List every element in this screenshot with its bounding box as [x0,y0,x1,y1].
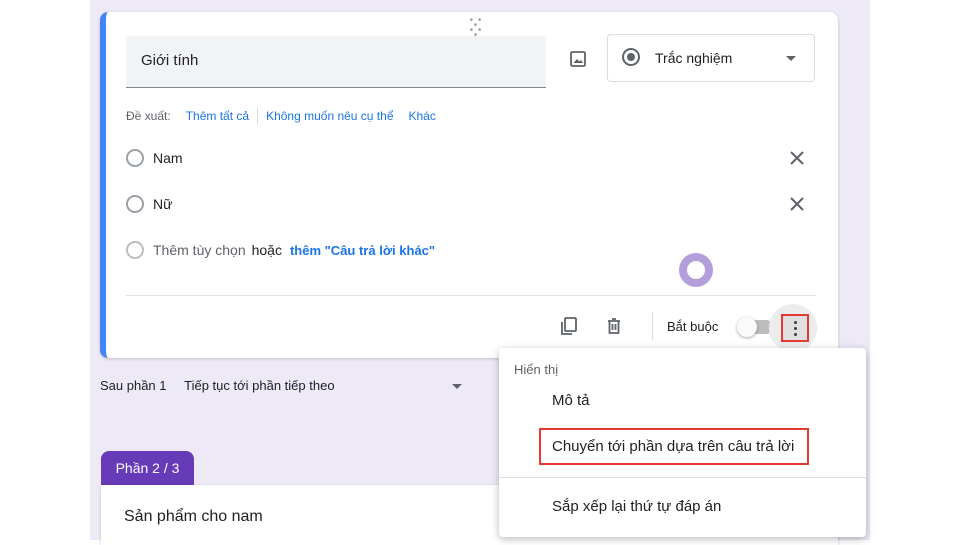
copy-icon[interactable] [558,315,580,337]
menu-item-description[interactable]: Mô tả [552,392,590,409]
footer-divider [126,295,816,296]
question-type-select[interactable]: Trắc nghiệm [607,34,815,82]
after-section-select[interactable]: Sau phần 1 Tiếp tục tới phần tiếp theo [100,378,335,393]
option-row[interactable]: Nữ [126,192,172,216]
radio-icon [126,241,144,259]
close-icon[interactable] [788,149,806,167]
more-options-menu: Hiển thị Mô tả Chuyển tới phần dựa trên … [499,348,866,537]
suggestion-add-all[interactable]: Thêm tất cả [186,109,249,123]
menu-header: Hiển thị [514,362,559,377]
dropdown-caret-icon [786,56,796,61]
after-section-value[interactable]: Tiếp tục tới phần tiếp theo [184,378,334,393]
drag-handle-icon[interactable]: • • •• • • [467,16,485,41]
image-icon[interactable] [568,49,588,69]
menu-item-shuffle-options[interactable]: Sắp xếp lại thứ tự đáp án [552,498,721,515]
menu-divider [499,477,866,478]
question-title-text: Giới tính [141,52,199,69]
radio-icon [126,149,144,167]
required-toggle[interactable] [737,317,773,337]
trash-icon[interactable] [603,315,625,337]
question-card[interactable]: • • •• • • Giới tính Trắc nghiệm Đề xuất… [100,12,838,358]
more-options-button[interactable] [781,314,809,342]
or-text: hoặc [251,242,282,258]
suggestion-prefer-not[interactable]: Không muốn nêu cụ thể [266,109,393,123]
section-title[interactable]: Sản phẩm cho nam [124,508,263,526]
required-label: Bắt buộc [667,319,719,334]
footer-separator [652,312,653,340]
ai-assistant-icon[interactable] [679,253,713,287]
add-other-link[interactable]: thêm "Câu trả lời khác" [290,243,435,258]
add-option-link[interactable]: Thêm tùy chọn [153,242,246,258]
section-tab-label: Phần 2 / 3 [115,460,180,476]
section-tab: Phần 2 / 3 [101,451,194,485]
close-icon[interactable] [788,195,806,213]
radio-checked-icon [622,48,640,66]
question-title-input[interactable]: Giới tính [126,36,546,88]
suggestions-prefix: Đề xuất: [126,109,171,123]
suggestion-divider [257,108,259,124]
option-label[interactable]: Nữ [153,196,172,212]
more-vert-icon [793,320,797,336]
question-type-label: Trắc nghiệm [655,50,733,66]
option-label[interactable]: Nam [153,150,183,166]
dropdown-caret-icon[interactable] [452,384,462,389]
menu-item-go-to-section[interactable]: Chuyển tới phần dựa trên câu trả lời [552,438,794,455]
suggestion-other[interactable]: Khác [409,109,436,123]
suggestions-bar: Đề xuất: Thêm tất cả Không muốn nêu cụ t… [126,108,436,124]
radio-icon [126,195,144,213]
option-row[interactable]: Nam [126,146,183,170]
add-option-row: Thêm tùy chọn hoặc thêm "Câu trả lời khá… [126,238,435,262]
after-section-label: Sau phần 1 [100,378,167,393]
